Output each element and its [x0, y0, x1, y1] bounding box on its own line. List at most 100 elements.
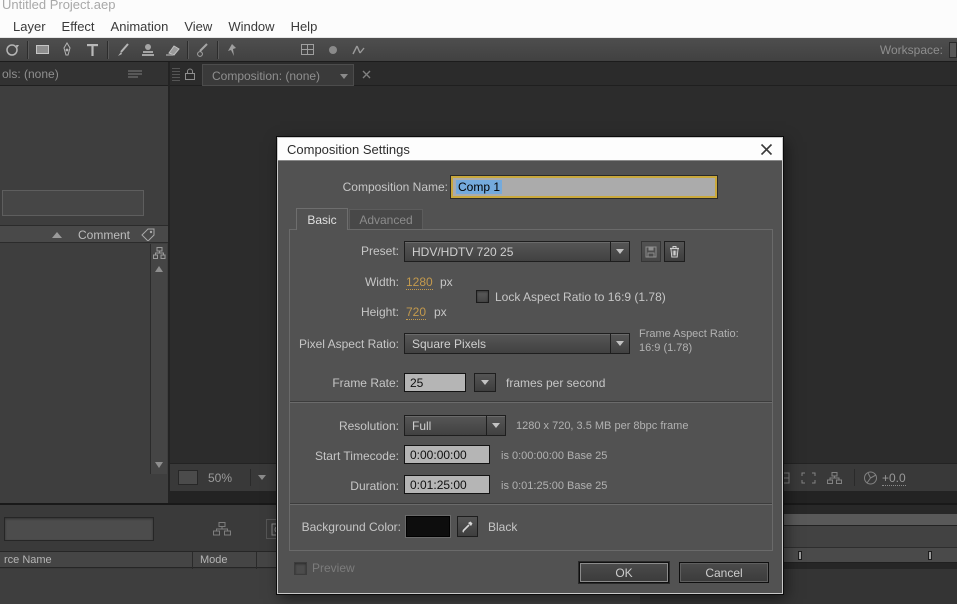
tab-basic[interactable]: Basic: [296, 208, 348, 230]
frame-aspect-ratio-value: 16:9 (1.78): [639, 342, 693, 354]
mode-column-header[interactable]: Mode: [200, 554, 228, 566]
dialog-body: Composition Name: Comp 1 Basic Advanced …: [278, 161, 782, 595]
frame-aspect-ratio-label: Frame Aspect Ratio:: [639, 328, 739, 340]
eyedropper-icon: [462, 521, 473, 533]
background-color-swatch[interactable]: [406, 516, 450, 537]
column-divider[interactable]: [192, 552, 193, 569]
snap-icon[interactable]: [345, 39, 370, 61]
save-preset-icon: [645, 246, 657, 257]
chevron-down-icon: [340, 74, 348, 79]
project-scrollbar[interactable]: [150, 244, 167, 474]
separator: [250, 469, 251, 486]
tab-advanced[interactable]: Advanced: [349, 209, 423, 229]
source-name-column-header[interactable]: rce Name: [4, 554, 52, 566]
chevron-down-icon: [610, 242, 629, 261]
start-timecode-label: Start Timecode:: [314, 449, 399, 463]
panel-menu-icon[interactable]: [128, 70, 142, 79]
comp-panel-tabstrip: Composition: (none): [170, 62, 957, 86]
duration-input[interactable]: 0:01:25:00: [404, 475, 490, 494]
menu-help[interactable]: Help: [288, 18, 321, 35]
dialog-titlebar[interactable]: Composition Settings: [278, 138, 782, 161]
project-preview-box: [2, 190, 144, 216]
height-value[interactable]: 720: [406, 305, 427, 320]
close-tab-icon[interactable]: [362, 70, 371, 79]
menu-layer[interactable]: Layer: [10, 18, 49, 35]
save-preset-button[interactable]: [641, 241, 661, 262]
timeline-search-input[interactable]: [4, 517, 154, 541]
menu-view[interactable]: View: [181, 18, 215, 35]
shutter-angle-value[interactable]: +0.0: [882, 471, 906, 486]
preset-label: Preset:: [360, 244, 399, 258]
after-effects-window: Untitled Project.aep Layer Effect Animat…: [0, 0, 957, 604]
pixel-preview-icon[interactable]: [320, 39, 345, 61]
divider: [290, 503, 772, 505]
rotation-tool-icon[interactable]: [0, 39, 25, 61]
zoom-chevron-icon[interactable]: [258, 475, 266, 480]
region-of-interest-icon[interactable]: [798, 470, 818, 486]
composition-name-input[interactable]: Comp 1: [451, 176, 717, 198]
eraser-tool-icon[interactable]: [160, 39, 185, 61]
separator: [854, 469, 855, 486]
zoom-level-value[interactable]: 50%: [208, 471, 232, 485]
chevron-down-icon: [481, 380, 489, 385]
menu-effect[interactable]: Effect: [59, 18, 98, 35]
viewer-swatch-button[interactable]: [178, 470, 198, 485]
sort-arrow-icon[interactable]: [52, 232, 62, 238]
clone-stamp-tool-icon[interactable]: [135, 39, 160, 61]
preview-label: Preview: [312, 561, 355, 575]
preset-dropdown[interactable]: HDV/HDTV 720 25: [404, 241, 630, 262]
divider: [290, 401, 772, 403]
scroll-down-icon[interactable]: [155, 462, 163, 468]
comment-column-header[interactable]: Comment: [78, 228, 130, 242]
width-value[interactable]: 1280: [406, 275, 433, 290]
pixel-aspect-ratio-dropdown[interactable]: Square Pixels: [404, 333, 630, 354]
comp-flowchart-button[interactable]: [210, 519, 234, 539]
type-tool-icon[interactable]: [80, 39, 105, 61]
cancel-button[interactable]: Cancel: [679, 562, 769, 583]
frame-rate-dropdown-button[interactable]: [474, 373, 496, 392]
column-divider[interactable]: [256, 552, 257, 569]
zoom-handle-right[interactable]: [928, 551, 932, 560]
flowchart-icon[interactable]: [153, 247, 166, 259]
tag-icon[interactable]: [141, 228, 155, 241]
rectangle-tool-icon[interactable]: [30, 39, 55, 61]
dialog-close-button[interactable]: [759, 142, 774, 157]
menu-window[interactable]: Window: [225, 18, 277, 35]
lock-aspect-label[interactable]: Lock Aspect Ratio to 16:9 (1.78): [495, 290, 666, 304]
zoom-handle-left[interactable]: [798, 551, 802, 560]
composition-name-label: Composition Name:: [342, 180, 448, 194]
puppet-pin-tool-icon[interactable]: [220, 39, 245, 61]
pixel-aspect-ratio-value: Square Pixels: [412, 337, 487, 351]
rotobrush-tool-icon[interactable]: [190, 39, 215, 61]
frame-rate-input[interactable]: 25: [404, 373, 466, 392]
menu-bar: Layer Effect Animation View Window Help: [0, 16, 957, 38]
resolution-dropdown[interactable]: Full: [404, 415, 506, 436]
toolbar-separator: [107, 40, 108, 59]
composition-name-value: Comp 1: [456, 180, 503, 194]
lock-aspect-checkbox[interactable]: [476, 290, 489, 303]
brush-tool-icon[interactable]: [110, 39, 135, 61]
pixel-aspect-ratio-label: Pixel Aspect Ratio:: [298, 337, 399, 351]
pen-tool-icon[interactable]: [55, 39, 80, 61]
effect-controls-tab[interactable]: ols: (none): [2, 67, 59, 81]
composition-viewer-tab[interactable]: Composition: (none): [202, 64, 354, 86]
toolbar-separator: [27, 40, 28, 59]
panel-grip[interactable]: [172, 67, 180, 81]
camera-grid-icon[interactable]: [295, 39, 320, 61]
delete-preset-button[interactable]: [664, 241, 685, 262]
toolbar-separator: [187, 40, 188, 59]
trash-icon: [670, 246, 679, 258]
project-columns-header: Comment: [0, 225, 168, 243]
eyedropper-button[interactable]: [457, 516, 478, 537]
ok-button[interactable]: OK: [579, 562, 669, 583]
duration-label: Duration:: [350, 479, 399, 493]
shutter-icon[interactable]: [860, 470, 880, 486]
menu-animation[interactable]: Animation: [108, 18, 172, 35]
scroll-up-icon[interactable]: [155, 266, 163, 272]
workspace-dropdown[interactable]: [949, 41, 957, 58]
preview-checkbox[interactable]: [294, 562, 307, 575]
lock-icon[interactable]: [184, 68, 196, 80]
height-label: Height:: [360, 305, 399, 319]
start-timecode-input[interactable]: 0:00:00:00: [404, 445, 490, 464]
mini-flowchart-icon[interactable]: [824, 470, 844, 486]
